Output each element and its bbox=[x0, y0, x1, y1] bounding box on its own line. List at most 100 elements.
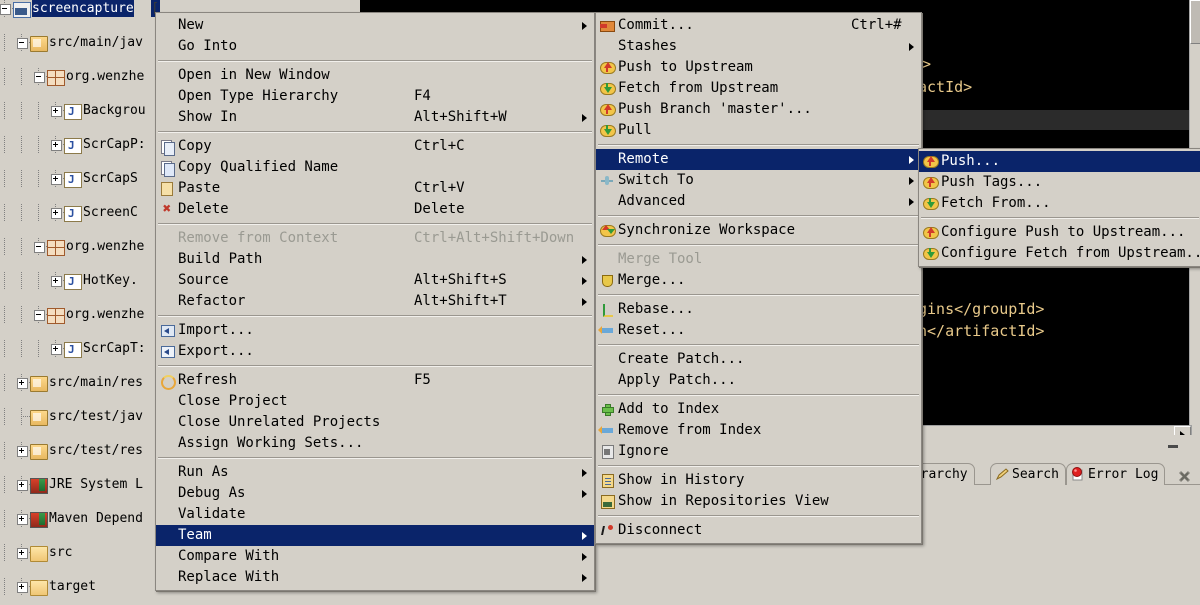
menu-item-close-unrelated-projects[interactable]: Close Unrelated Projects bbox=[156, 412, 594, 433]
menu-item-validate[interactable]: Validate bbox=[156, 504, 594, 525]
tree-item[interactable]: ScrCapP: bbox=[0, 136, 160, 154]
package-explorer-tree[interactable]: screencapture[ScreenCapture master] src/m… bbox=[0, 0, 160, 605]
menu-item-team[interactable]: Team bbox=[156, 525, 594, 546]
menu-item-open-in-new-window[interactable]: Open in New Window bbox=[156, 65, 594, 86]
menu-item-remove-from-index[interactable]: Remove from Index bbox=[596, 420, 921, 441]
tree-expand-icon[interactable] bbox=[51, 106, 62, 117]
tree-collapse-icon[interactable] bbox=[34, 242, 45, 253]
tree-item[interactable]: target bbox=[0, 578, 160, 596]
menu-item-configure-fetch-from-upstream[interactable]: Configure Fetch from Upstream... bbox=[919, 243, 1200, 264]
tree-item[interactable]: ScrCapT: bbox=[0, 340, 160, 358]
tree-expand-icon[interactable] bbox=[51, 344, 62, 355]
menu-item-advanced[interactable]: Advanced bbox=[596, 191, 921, 212]
menu-item-add-to-index[interactable]: Add to Index bbox=[596, 399, 921, 420]
tree-item[interactable]: JRE System L bbox=[0, 476, 160, 494]
menu-item-apply-patch[interactable]: Apply Patch... bbox=[596, 370, 921, 391]
menu-item-refactor[interactable]: Refactor Alt+Shift+T bbox=[156, 291, 594, 312]
minimize-view-button[interactable] bbox=[1167, 440, 1180, 450]
menu-item-push-tags[interactable]: Push Tags... bbox=[919, 172, 1200, 193]
menu-item-synchronize-workspace[interactable]: Synchronize Workspace bbox=[596, 220, 921, 241]
tree-item[interactable]: src/test/res bbox=[0, 442, 160, 460]
tree-expand-icon[interactable] bbox=[51, 174, 62, 185]
menu-item-import[interactable]: Import... bbox=[156, 320, 594, 341]
menu-item-delete[interactable]: ✖ Delete Delete bbox=[156, 199, 594, 220]
scrollbar-thumb[interactable] bbox=[1190, 0, 1200, 44]
menu-item-run-as[interactable]: Run As bbox=[156, 462, 594, 483]
close-view-icon[interactable] bbox=[1176, 467, 1194, 485]
tree-expand-icon[interactable] bbox=[17, 514, 28, 525]
menu-item-shortcut: Alt+Shift+W bbox=[414, 109, 507, 125]
tree-item[interactable]: src bbox=[0, 544, 160, 562]
tree-item[interactable]: ScreenC bbox=[0, 204, 160, 222]
menu-item-open-type-hierarchy[interactable]: Open Type Hierarchy F4 bbox=[156, 86, 594, 107]
menu-item-stashes[interactable]: Stashes bbox=[596, 36, 921, 57]
tree-expand-icon[interactable] bbox=[17, 480, 28, 491]
menu-item-ignore[interactable]: Ignore bbox=[596, 441, 921, 462]
menu-item-copy[interactable]: Copy Ctrl+C bbox=[156, 136, 594, 157]
tree-expand-icon[interactable] bbox=[51, 140, 62, 151]
tree-item[interactable]: HotKey. bbox=[0, 272, 160, 290]
team-submenu[interactable]: Commit... Ctrl+# Stashes Push to Upstream Fe… bbox=[595, 12, 922, 544]
tree-item[interactable]: org.wenzhe bbox=[0, 68, 160, 86]
menu-item-assign-working-sets[interactable]: Assign Working Sets... bbox=[156, 433, 594, 454]
tree-expand-icon[interactable] bbox=[17, 378, 28, 389]
tree-collapse-icon[interactable] bbox=[0, 4, 11, 15]
tree-collapse-icon[interactable] bbox=[34, 310, 45, 321]
menu-item-go-into[interactable]: Go Into bbox=[156, 36, 594, 57]
menu-item-export[interactable]: Export... bbox=[156, 341, 594, 362]
menu-item-show-in-history[interactable]: Show in History bbox=[596, 470, 921, 491]
tree-expand-icon[interactable] bbox=[17, 548, 28, 559]
context-menu[interactable]: New Go Into Open in New Window Open Type Hi… bbox=[155, 12, 595, 591]
tree-expand-icon[interactable] bbox=[17, 446, 28, 457]
tree-expand-icon[interactable] bbox=[51, 208, 62, 219]
tree-collapse-icon[interactable] bbox=[17, 38, 28, 49]
tree-expand-icon[interactable] bbox=[51, 276, 62, 287]
menu-item-configure-push-to-upstream[interactable]: Configure Push to Upstream... bbox=[919, 222, 1200, 243]
search-pencil-icon bbox=[995, 467, 1009, 481]
menu-item-merge[interactable]: Merge... bbox=[596, 270, 921, 291]
tree-item[interactable]: screencapture[ScreenCapture master] bbox=[0, 0, 160, 18]
menu-item-show-in-repositories-view[interactable]: Show in Repositories View bbox=[596, 491, 921, 512]
menu-item-new[interactable]: New bbox=[156, 15, 594, 36]
menu-item-push[interactable]: Push... bbox=[919, 151, 1200, 172]
menu-item-copy-qualified-name[interactable]: Copy Qualified Name bbox=[156, 157, 594, 178]
tree-collapse-icon[interactable] bbox=[34, 72, 45, 83]
tree-item[interactable]: src/test/jav bbox=[0, 408, 160, 426]
tree-item[interactable]: ScrCapS bbox=[0, 170, 160, 188]
menu-item-disconnect[interactable]: Disconnect bbox=[596, 520, 921, 541]
view-tab[interactable]: Error Log bbox=[1066, 463, 1166, 485]
menu-item-debug-as[interactable]: Debug As bbox=[156, 483, 594, 504]
menu-item-fetch-from[interactable]: Fetch From... bbox=[919, 193, 1200, 214]
tree-item[interactable]: src/main/res bbox=[0, 374, 160, 392]
menu-item-compare-with[interactable]: Compare With bbox=[156, 546, 594, 567]
menu-item-source[interactable]: Source Alt+Shift+S bbox=[156, 270, 594, 291]
remote-submenu[interactable]: Push... Push Tags... Fetch From... Configur… bbox=[918, 148, 1200, 267]
menu-item-pull[interactable]: Pull bbox=[596, 120, 921, 141]
view-tab[interactable]: Search bbox=[990, 463, 1066, 485]
menu-item-close-project[interactable]: Close Project bbox=[156, 391, 594, 412]
tree-item[interactable]: org.wenzhe bbox=[0, 238, 160, 256]
tree-item[interactable]: org.wenzhe bbox=[0, 306, 160, 324]
menu-item-reset[interactable]: Reset... bbox=[596, 320, 921, 341]
menu-item-fetch-from-upstream[interactable]: Fetch from Upstream bbox=[596, 78, 921, 99]
tree-item[interactable]: Maven Depend bbox=[0, 510, 160, 528]
menu-item-build-path[interactable]: Build Path bbox=[156, 249, 594, 270]
menu-item-push-branch-master[interactable]: Push Branch 'master'... bbox=[596, 99, 921, 120]
menu-item-refresh[interactable]: Refresh F5 bbox=[156, 370, 594, 391]
menu-item-create-patch[interactable]: Create Patch... bbox=[596, 349, 921, 370]
menu-item-remote[interactable]: Remote bbox=[596, 149, 921, 170]
menu-item-show-in[interactable]: Show In Alt+Shift+W bbox=[156, 107, 594, 128]
menu-item-push-to-upstream[interactable]: Push to Upstream bbox=[596, 57, 921, 78]
menu-item-replace-with[interactable]: Replace With bbox=[156, 567, 594, 588]
menu-item-commit[interactable]: Commit... Ctrl+# bbox=[596, 15, 921, 36]
menu-item-label: Fetch from Upstream bbox=[618, 80, 779, 96]
menu-item-label: Switch To bbox=[618, 172, 694, 188]
tree-expand-icon[interactable] bbox=[17, 582, 28, 593]
tree-item[interactable]: src/main/jav bbox=[0, 34, 160, 52]
menu-item-switch-to[interactable]: Switch To bbox=[596, 170, 921, 191]
menu-item-paste[interactable]: Paste Ctrl+V bbox=[156, 178, 594, 199]
folder-icon bbox=[30, 580, 48, 596]
menu-item-rebase[interactable]: Rebase... bbox=[596, 299, 921, 320]
ignore-icon bbox=[599, 444, 615, 459]
tree-item[interactable]: Backgrou bbox=[0, 102, 160, 120]
